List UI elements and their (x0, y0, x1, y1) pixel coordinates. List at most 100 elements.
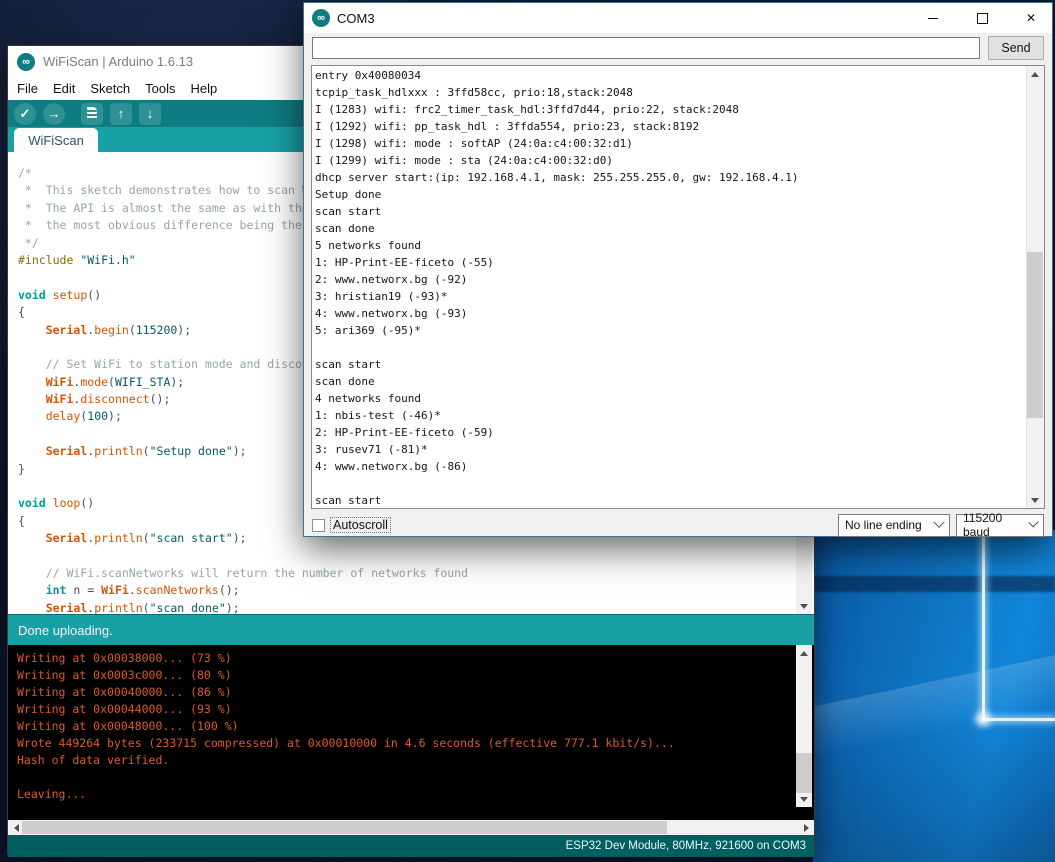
minimize-button[interactable] (912, 4, 954, 33)
serial-output-line: 1: nbis-test (-46)* (315, 407, 798, 424)
baud-rate-select[interactable]: 115200 baud (956, 514, 1044, 537)
console-line (17, 769, 675, 786)
scroll-up-icon[interactable] (1027, 66, 1043, 82)
console-scrollbar[interactable] (796, 645, 812, 807)
console-line: Writing at 0x00044000... (93 %) (17, 701, 675, 718)
code-line: // WiFi.scanNetworks will return the num… (18, 565, 814, 582)
serial-output-line: Setup done (315, 186, 798, 203)
ide-window-title: WiFiScan | Arduino 1.6.13 (43, 54, 193, 69)
chevron-down-icon (1028, 517, 1039, 528)
board-info: ESP32 Dev Module, 80MHz, 921600 on COM3 (566, 840, 806, 852)
maximize-icon (977, 13, 988, 24)
arrow-up-icon: ↑ (118, 106, 125, 121)
arduino-logo-icon: ∞ (17, 53, 35, 71)
serial-monitor-bottom-bar: Autoscroll No line ending 115200 baud (304, 509, 1052, 541)
ide-statusbar: ESP32 Dev Module, 80MHz, 921600 on COM3 (8, 835, 814, 857)
console-line: Wrote 449264 bytes (233715 compressed) a… (17, 735, 675, 752)
status-message-bar: Done uploading. (8, 614, 814, 645)
serial-monitor-window: ∞ COM3 ✕ Send entry 0x40080034tcpip_task… (303, 2, 1053, 537)
serial-output-line: 3: hristian19 (-93)* (315, 288, 798, 305)
serial-monitor-title: COM3 (337, 11, 905, 26)
serial-output-line: 2: HP-Print-EE-ficeto (-59) (315, 424, 798, 441)
menu-file[interactable]: File (17, 81, 38, 96)
serial-output-line: 5 networks found (315, 237, 798, 254)
scrollbar-thumb[interactable] (1027, 252, 1043, 418)
menu-sketch[interactable]: Sketch (90, 81, 130, 96)
baud-rate-value: 115200 baud (963, 511, 1022, 539)
serial-output-line: I (1298) wifi: mode : softAP (24:0a:c4:0… (315, 135, 798, 152)
menu-edit[interactable]: Edit (53, 81, 75, 96)
desktop-wallpaper (813, 530, 1055, 862)
autoscroll-checkbox[interactable] (312, 519, 325, 532)
line-ending-select[interactable]: No line ending (838, 514, 950, 537)
serial-output-line: 5: ari369 (-95)* (315, 322, 798, 339)
save-button[interactable]: ↓ (139, 103, 161, 125)
close-button[interactable]: ✕ (1010, 4, 1052, 33)
serial-output-line (315, 475, 798, 492)
wallpaper-dark-band (813, 576, 1055, 592)
scroll-down-icon[interactable] (796, 791, 812, 807)
serial-output-text: entry 0x40080034tcpip_task_hdlxxx : 3ffd… (315, 67, 798, 509)
scroll-down-icon[interactable] (796, 598, 812, 614)
chevron-down-icon (933, 517, 944, 528)
status-message: Done uploading. (18, 623, 113, 638)
serial-input[interactable] (312, 37, 980, 59)
arrow-down-icon: ↓ (147, 106, 154, 121)
serial-output-line: scan start (315, 203, 798, 220)
scroll-up-icon[interactable] (796, 645, 812, 661)
scroll-right-icon[interactable] (798, 820, 814, 835)
serial-output-line: 4: www.networx.bg (-86) (315, 458, 798, 475)
scrollbar-thumb[interactable] (22, 821, 667, 834)
serial-monitor-titlebar[interactable]: ∞ COM3 ✕ (304, 3, 1052, 33)
console-text: Writing at 0x00038000... (73 %)Writing a… (8, 650, 675, 803)
serial-output-line: 1: HP-Print-EE-ficeto (-55) (315, 254, 798, 271)
serial-output-line: 2: www.networx.bg (-92) (315, 271, 798, 288)
document-icon (87, 107, 97, 120)
upload-console[interactable]: Writing at 0x00038000... (73 %)Writing a… (8, 645, 814, 820)
console-line: Hash of data verified. (17, 752, 675, 769)
serial-output-line: dhcp server start:(ip: 192.168.4.1, mask… (315, 169, 798, 186)
line-ending-value: No line ending (845, 518, 922, 532)
console-line: Writing at 0x00038000... (73 %) (17, 650, 675, 667)
verify-button[interactable]: ✓ (14, 103, 36, 125)
serial-output-line: tcpip_task_hdlxxx : 3ffd58cc, prio:18,st… (315, 84, 798, 101)
scrollbar-thumb[interactable] (796, 753, 812, 793)
serial-output-line: I (1283) wifi: frc2_timer_task_hdl:3ffd7… (315, 101, 798, 118)
open-button[interactable]: ↑ (110, 103, 132, 125)
send-button[interactable]: Send (988, 36, 1044, 60)
arduino-logo-icon: ∞ (312, 9, 330, 27)
code-line: int n = WiFi.scanNetworks(); (18, 582, 814, 599)
serial-output-line: 4: www.networx.bg (-93) (315, 305, 798, 322)
new-sketch-button[interactable] (81, 103, 103, 125)
menu-help[interactable]: Help (190, 81, 217, 96)
tab-wifiscan[interactable]: WiFiScan (14, 128, 98, 152)
serial-output-line: scan start (315, 356, 798, 373)
serial-input-row: Send (304, 33, 1052, 65)
close-icon: ✕ (1026, 11, 1036, 25)
serial-output-line: I (1292) wifi: pp_task_hdl : 3ffda554, p… (315, 118, 798, 135)
wallpaper-window-vertical-line (982, 530, 985, 720)
check-icon: ✓ (20, 106, 31, 122)
maximize-button[interactable] (961, 4, 1003, 33)
serial-output-line (315, 339, 798, 356)
console-line: Writing at 0x0003c000... (80 %) (17, 667, 675, 684)
serial-output-line: 3: rusev71 (-81)* (315, 441, 798, 458)
scroll-down-icon[interactable] (1027, 492, 1043, 508)
console-horizontal-scrollbar[interactable] (8, 820, 814, 835)
serial-output-line: 4 networks found (315, 390, 798, 407)
console-line: Leaving... (17, 786, 675, 803)
serial-output-line: scan start (315, 492, 798, 509)
serial-output-line: scan done (315, 220, 798, 237)
serial-output[interactable]: entry 0x40080034tcpip_task_hdlxxx : 3ffd… (311, 65, 1045, 509)
minimize-icon (928, 18, 938, 19)
serial-scrollbar[interactable] (1026, 66, 1044, 508)
arrow-right-icon: → (48, 106, 61, 121)
menu-tools[interactable]: Tools (145, 81, 175, 96)
wallpaper-shading (813, 713, 1055, 862)
console-line: Writing at 0x00040000... (86 %) (17, 684, 675, 701)
serial-output-line: entry 0x40080034 (315, 67, 798, 84)
upload-button[interactable]: → (43, 103, 65, 125)
serial-output-line: scan done (315, 373, 798, 390)
autoscroll-label[interactable]: Autoscroll (331, 518, 390, 532)
desktop: ∞ WiFiScan | Arduino 1.6.13 File Edit Sket… (0, 0, 1055, 862)
